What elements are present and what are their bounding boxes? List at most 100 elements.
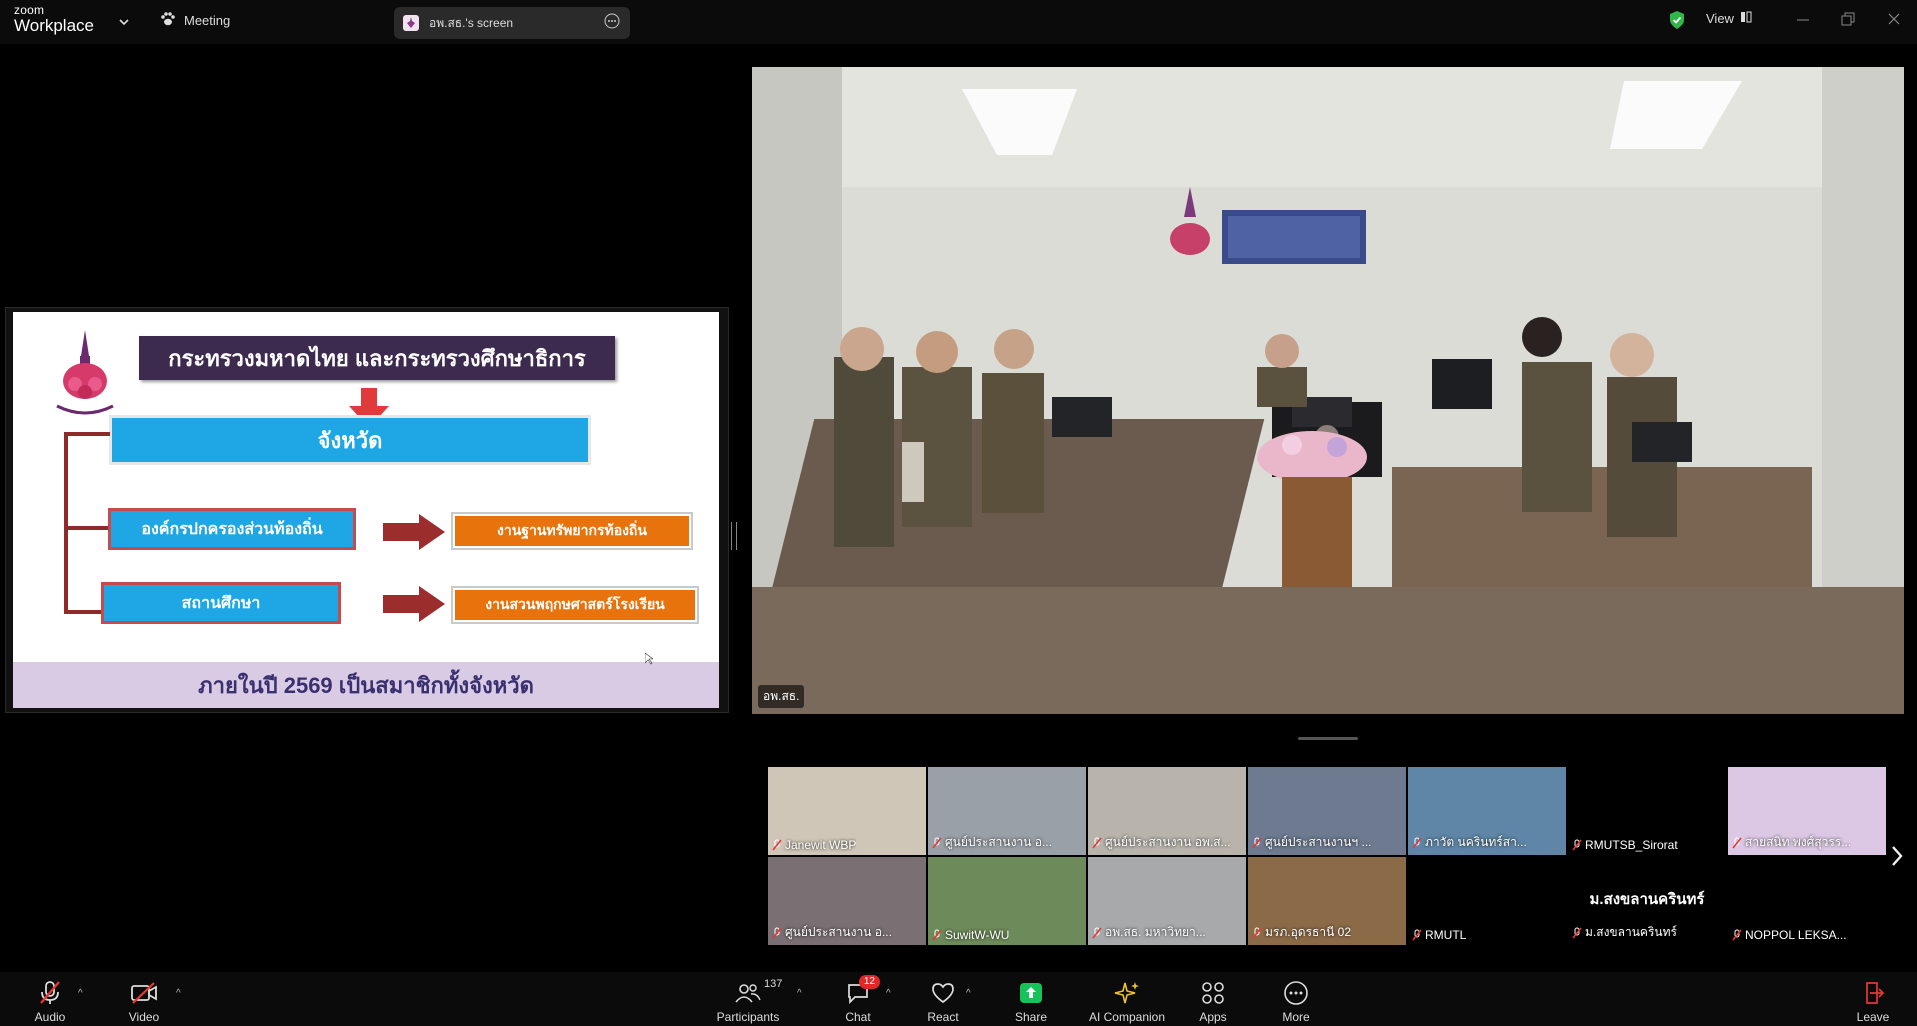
more-label: More xyxy=(1282,1010,1310,1024)
gallery-next-icon[interactable] xyxy=(1890,844,1904,873)
participant-name-label: ม.สงขลานครินทร์ xyxy=(1585,925,1677,939)
share-label: Share xyxy=(1014,1010,1048,1024)
participant-tile[interactable]: อพ.สธ. มหาวิทยา... xyxy=(1088,857,1246,945)
participant-tile[interactable]: ศูนย์ประสานงานฯ ... xyxy=(1248,767,1406,855)
sparkle-ai-icon xyxy=(1114,979,1140,1007)
participant-name-label: SuwitW-WU xyxy=(945,928,1010,942)
participant-name-label: ศูนย์ประสานงานฯ ... xyxy=(1265,835,1372,849)
leave-door-icon xyxy=(1861,979,1885,1007)
mouse-cursor-icon xyxy=(644,652,654,670)
school-box: สถานศึกษา xyxy=(101,582,341,624)
slide-footer: ภายในปี 2569 เป็นสมาชิกทั้งจังหวัด xyxy=(13,662,719,708)
participant-name: RMUTL xyxy=(1412,928,1466,942)
participant-tile[interactable]: ภาวัต นครินทร์สา... xyxy=(1408,767,1566,855)
microphone-muted-icon xyxy=(38,979,62,1007)
participant-tile[interactable]: สายสนิท พงศ์สุวรร... xyxy=(1728,767,1886,855)
top-bar: zoom Workplace Meeting อพ.สธ.'s screen V… xyxy=(0,0,1917,44)
restore-icon[interactable] xyxy=(1841,10,1855,35)
mic-muted-icon xyxy=(1252,837,1262,849)
participant-name: SuwitW-WU xyxy=(932,928,1009,942)
gallery-resize-handle[interactable] xyxy=(1298,737,1358,740)
leave-label: Leave xyxy=(1856,1010,1890,1024)
chat-label: Chat xyxy=(845,1010,871,1024)
zoom-logo: zoom Workplace xyxy=(14,3,94,35)
mic-muted-icon xyxy=(1092,837,1102,849)
close-icon[interactable] xyxy=(1887,10,1901,35)
participant-tile[interactable]: ศูนย์ประสานงาน อ... xyxy=(768,857,926,945)
participant-name-label: Janewit WBP xyxy=(785,838,857,852)
participant-name: NOPPOL LEKSA... xyxy=(1732,928,1847,942)
participant-name-label: ภาวัต นครินทร์สา... xyxy=(1425,835,1527,849)
participant-tile[interactable]: ศูนย์ประสานงาน อ... xyxy=(928,767,1086,855)
mic-muted-icon xyxy=(1572,839,1582,851)
mic-muted-icon xyxy=(772,927,782,939)
participant-name: ม.สงขลานครินทร์ xyxy=(1572,923,1677,942)
react-options-caret[interactable]: ^ xyxy=(966,988,971,999)
participant-tile[interactable]: ศูนย์ประสานงาน อพ.ส... xyxy=(1088,767,1246,855)
participant-name-label: RMUTSB_Sirorat xyxy=(1585,838,1678,852)
view-button[interactable]: View xyxy=(1706,11,1752,26)
participants-options-caret[interactable]: ^ xyxy=(797,988,802,999)
participant-tile[interactable]: ม.สงขลานครินทร์ ม.สงขลานครินทร์ xyxy=(1568,857,1726,945)
audio-options-caret[interactable]: ^ xyxy=(78,988,83,999)
more-dots-icon xyxy=(1283,979,1309,1007)
ai-companion-label: AI Companion xyxy=(1088,1010,1166,1024)
participants-label: Participants xyxy=(716,1010,780,1024)
split-resize-handle[interactable] xyxy=(731,522,737,550)
participant-name-label: ศูนย์ประสานงาน อพ.ส... xyxy=(1105,835,1231,849)
video-gallery: Janewit WBP ศูนย์ประสานงาน อ... ศูนย์ประสา… xyxy=(768,767,1890,947)
share-button[interactable]: Share xyxy=(1014,972,1048,1026)
participant-tile[interactable]: มรภ.อุดรธานี 02 xyxy=(1248,857,1406,945)
security-shield-icon[interactable] xyxy=(1668,10,1686,35)
meeting-info-button[interactable]: Meeting xyxy=(160,12,230,29)
audio-button[interactable]: Audio xyxy=(30,972,70,1026)
chat-unread-badge: 12 xyxy=(858,975,880,989)
share-screen-icon xyxy=(1019,979,1043,1007)
participant-tile[interactable]: SuwitW-WU xyxy=(928,857,1086,945)
camera-off-icon xyxy=(130,979,158,1007)
mic-muted-icon xyxy=(1092,927,1102,939)
tree-connector xyxy=(64,432,68,614)
apps-button[interactable]: Apps xyxy=(1198,972,1228,1026)
participant-tile[interactable]: RMUTSB_Sirorat xyxy=(1568,767,1726,855)
more-options-icon[interactable] xyxy=(604,13,620,34)
grid-view-icon xyxy=(1740,11,1752,26)
leave-button[interactable]: Leave xyxy=(1856,972,1890,1026)
video-button[interactable]: Video xyxy=(124,972,164,1026)
chat-button[interactable]: 12 Chat xyxy=(842,972,880,1026)
participant-name: ศูนย์ประสานงาน อ... xyxy=(932,833,1052,852)
participant-tile[interactable]: Janewit WBP xyxy=(768,767,926,855)
apps-grid-icon xyxy=(1201,979,1225,1007)
participant-name-label: ศูนย์ประสานงาน อ... xyxy=(785,925,892,939)
province-box: จังหวัด xyxy=(109,415,591,465)
more-button[interactable]: More xyxy=(1280,972,1312,1026)
participant-name: ศูนย์ประสานงาน อ... xyxy=(772,923,892,942)
mic-muted-icon xyxy=(932,837,942,849)
local-resource-box: งานฐานทรัพยากรท้องถิ่น xyxy=(453,514,691,548)
audio-label: Audio xyxy=(34,1010,66,1024)
right-arrow-icon xyxy=(383,584,445,629)
participant-name-label: อพ.สธ. มหาวิทยา... xyxy=(1105,925,1206,939)
video-options-caret[interactable]: ^ xyxy=(176,988,181,999)
participant-tile[interactable]: RMUTL xyxy=(1408,857,1566,945)
participant-tile[interactable]: NOPPOL LEKSA... xyxy=(1728,857,1886,945)
share-app-icon xyxy=(403,15,419,31)
react-button[interactable]: React xyxy=(927,972,959,1026)
speaker-name-label: อพ.สธ. xyxy=(758,685,805,708)
screen-share-pill[interactable]: อพ.สธ.'s screen xyxy=(394,7,630,39)
participant-name-label: สายสนิท พงศ์สุวรร... xyxy=(1745,835,1852,849)
share-title: อพ.สธ.'s screen xyxy=(429,15,514,30)
school-garden-box: งานสวนพฤกษศาสตร์โรงเรียน xyxy=(453,588,697,622)
view-label: View xyxy=(1706,11,1734,26)
minimize-icon[interactable] xyxy=(1796,10,1810,35)
presentation-slide: กระทรวงมหาดไทย และกระทรวงศึกษาธิการ จังห… xyxy=(13,312,719,708)
ai-companion-button[interactable]: AI Companion xyxy=(1088,972,1166,1026)
chat-options-caret[interactable]: ^ xyxy=(886,988,891,999)
participant-name: สายสนิท พงศ์สุวรร... xyxy=(1732,833,1851,852)
participant-name: มรภ.อุดรธานี 02 xyxy=(1252,923,1351,942)
participant-name-label: มรภ.อุดรธานี 02 xyxy=(1265,925,1351,939)
chevron-down-icon[interactable] xyxy=(118,14,130,32)
heart-react-icon xyxy=(931,979,955,1007)
right-arrow-icon xyxy=(383,512,445,557)
participant-center-name: ม.สงขลานครินทร์ xyxy=(1589,891,1705,908)
